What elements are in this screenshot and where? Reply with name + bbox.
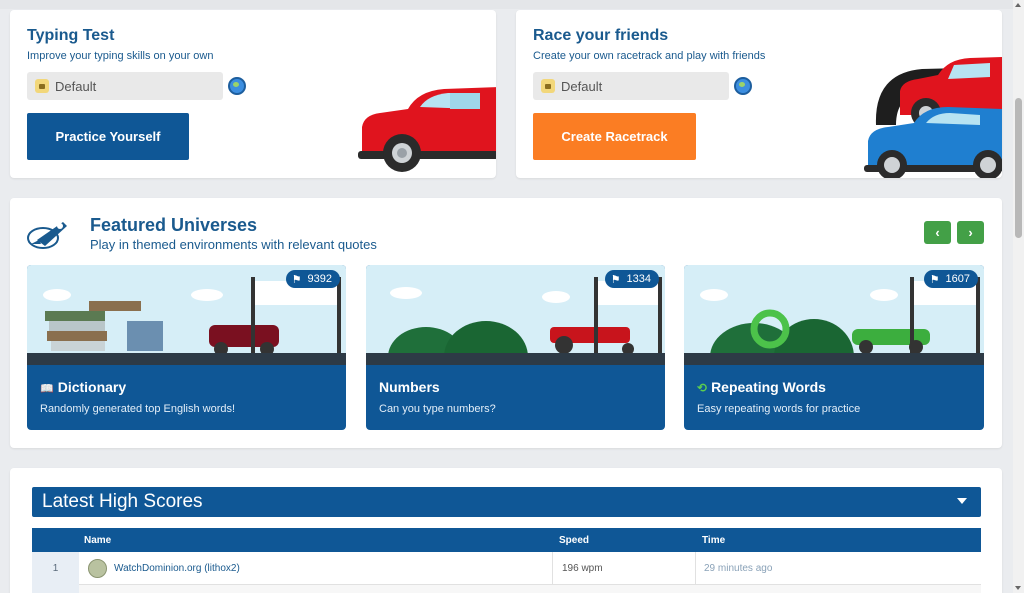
rank-cell xyxy=(32,585,79,593)
universe-description: Randomly generated top English words! xyxy=(40,403,236,415)
rank-cell: 1 xyxy=(32,552,79,585)
play-count-badge: ⚑ 1607 xyxy=(923,270,978,288)
flag-icon: ⚑ xyxy=(291,273,302,286)
column-speed[interactable]: Speed xyxy=(559,535,589,546)
typing-test-subtitle: Improve your typing skills on your own xyxy=(27,50,214,62)
typing-test-card: Typing Test Improve your typing skills o… xyxy=(10,10,496,178)
lock-icon xyxy=(541,79,555,93)
lock-icon xyxy=(35,79,49,93)
practice-yourself-button[interactable]: Practice Yourself xyxy=(27,113,189,160)
universe-description: Easy repeating words for practice xyxy=(697,403,861,415)
speed-value: 196 wpm xyxy=(562,563,603,574)
typing-test-title: Typing Test xyxy=(27,27,115,44)
featured-title: Featured Universes xyxy=(90,215,258,235)
high-scores-table-header: Name Speed Time xyxy=(32,528,981,552)
universe-count: 1334 xyxy=(626,273,651,285)
avatar xyxy=(88,559,107,578)
red-car-image xyxy=(358,87,496,172)
typing-test-select[interactable]: Default xyxy=(27,72,223,100)
player-name-link[interactable]: WatchDominion.org (lithox2) xyxy=(114,563,240,574)
universe-card-repeating-words[interactable]: ⚑ 1607 ⟲ Repeating Words Easy repeating w… xyxy=(684,265,984,430)
universe-description: Can you type numbers? xyxy=(379,403,496,415)
featured-universes-card: Featured Universes Play in themed enviro… xyxy=(10,198,1002,448)
universe-count: 1607 xyxy=(945,273,970,285)
caret-down-icon[interactable] xyxy=(957,498,967,504)
repeat-icon: ⟲ xyxy=(697,381,708,395)
race-friends-card: Race your friends Create your own racetr… xyxy=(516,10,1002,178)
create-racetrack-button[interactable]: Create Racetrack xyxy=(533,113,696,160)
high-scores-card: Latest High Scores Name Speed Time 1 Wat… xyxy=(10,468,1002,593)
column-time[interactable]: Time xyxy=(702,535,725,546)
top-strip xyxy=(0,0,1013,9)
prev-button[interactable]: ‹ xyxy=(924,221,951,244)
race-friends-title: Race your friends xyxy=(533,27,669,44)
globe-icon[interactable] xyxy=(734,77,752,95)
next-row-partial xyxy=(32,585,981,593)
scrollbar-thumb[interactable] xyxy=(1015,98,1022,238)
column-name[interactable]: Name xyxy=(84,535,111,546)
flag-icon: ⚑ xyxy=(929,273,940,286)
time-value: 29 minutes ago xyxy=(704,563,773,574)
next-button[interactable]: › xyxy=(957,221,984,244)
scroll-down-icon[interactable] xyxy=(1015,586,1021,590)
race-friends-subtitle: Create your own racetrack and play with … xyxy=(533,50,766,62)
play-count-badge: ⚑ 9392 xyxy=(285,270,340,288)
flag-icon: ⚑ xyxy=(610,273,621,286)
universe-name: 📖 Dictionary xyxy=(40,379,127,395)
universe-name: Numbers xyxy=(379,379,440,395)
book-icon: 📖 xyxy=(40,383,54,395)
row-divider xyxy=(695,552,696,585)
globe-icon[interactable] xyxy=(228,77,246,95)
row-divider xyxy=(552,552,553,585)
universe-card-numbers[interactable]: ⚑ 1334 Numbers Can you type numbers? xyxy=(366,265,665,430)
race-friends-select[interactable]: Default xyxy=(533,72,729,100)
table-row[interactable]: 1 WatchDominion.org (lithox2) 196 wpm 29… xyxy=(32,552,981,585)
universe-name: ⟲ Repeating Words xyxy=(697,379,826,395)
race-cars-image xyxy=(864,57,1002,178)
high-scores-title: Latest High Scores xyxy=(42,491,203,512)
rocket-logo-icon xyxy=(27,222,67,249)
scroll-up-icon[interactable] xyxy=(1015,3,1021,7)
high-scores-header[interactable]: Latest High Scores xyxy=(32,487,981,517)
play-count-badge: ⚑ 1334 xyxy=(604,270,659,288)
scrollbar[interactable] xyxy=(1013,0,1024,593)
typing-test-select-value: Default xyxy=(55,79,97,94)
universe-count: 9392 xyxy=(307,273,332,285)
featured-subtitle: Play in themed environments with relevan… xyxy=(90,237,377,252)
race-friends-select-value: Default xyxy=(561,79,603,94)
universe-card-dictionary[interactable]: ⚑ 9392 📖 Dictionary Randomly generated to… xyxy=(27,265,346,430)
